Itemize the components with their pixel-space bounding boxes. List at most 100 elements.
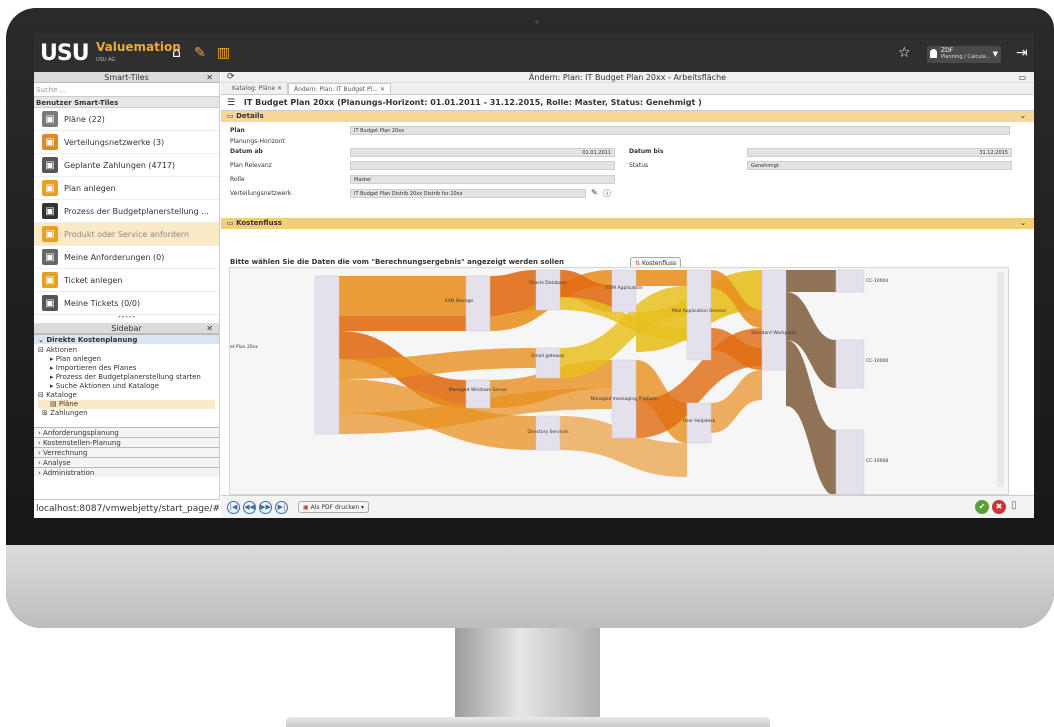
tree-item-selected[interactable]: ▤ Pläne [38,400,215,409]
network-icon: ▣ [42,134,58,150]
maximize-icon[interactable]: ▭ [1018,72,1026,83]
plan-field[interactable]: IT Budget Plan 20xx [350,126,1010,135]
tree-label: Pläne [58,400,79,408]
prev-page-button[interactable]: ◀◀ [243,501,256,514]
smart-tile[interactable]: ▣ Meine Tickets (0/0) [34,292,219,315]
sankey-flow [339,316,466,331]
edit-icon[interactable]: ✎ [194,45,206,61]
chevron-down-icon: ⌄ [1020,112,1026,120]
sidebar-category[interactable]: › Anforderungsplanung [34,427,219,437]
favorite-star-icon[interactable]: ☆ [898,45,911,61]
status-select[interactable]: Genehmigt [747,161,1012,170]
smart-tiles-list: ▣ Pläne (22) ▣ Verteilungsnetzwerke (3) ▣ Gep… [34,108,219,315]
sidebar-category-open[interactable]: ⌄ Direkte Kostenplanung [34,334,219,344]
smart-tile[interactable]: ▣ Produkt oder Service anfordern [34,223,219,246]
sankey-node[interactable] [686,269,712,361]
refresh-icon[interactable]: ⟳ [227,72,235,83]
tree-label: Prozess der Budgetplanerstellung starten [55,373,201,381]
sidebar-category-label: Anforderungsplanung [43,429,119,437]
pdf-icon: ▣ [303,504,309,511]
first-page-button[interactable]: |◀ [227,501,240,514]
sankey-node[interactable] [465,379,491,409]
user-menu[interactable]: ZDF Planning / Calcula... ▼ [927,46,1001,63]
sankey-node[interactable] [761,269,787,371]
tree-item[interactable]: ▸ Plan anlegen [38,355,215,364]
close-icon[interactable]: ✕ [206,72,213,83]
smart-tile[interactable]: ▣ Meine Anforderungen (0) [34,246,219,269]
sidebar-category[interactable]: › Analyse [34,457,219,467]
close-icon[interactable]: ✕ [206,323,213,334]
edit-icon[interactable]: ✎ [591,188,598,197]
sidebar-tree: ⊟ Aktionen ▸ Plan anlegen ▸ Importieren … [34,344,219,427]
tree-item[interactable]: ⊞ Zahlungen [38,409,215,418]
sidebar-category[interactable]: › Kostenstellen-Planung [34,437,219,447]
app-screen: USU Valuemation USU AG ⌂ ✎ ▥ ☆ ZDF Plann… [34,33,1034,518]
chart-icon[interactable]: ▥ [217,45,230,61]
cancel-icon[interactable]: ✖ [992,500,1006,514]
smart-tile[interactable]: ▣ Geplante Zahlungen (4717) [34,154,219,177]
sankey-node-label: Standard Workplace [751,330,797,336]
sankey-flow [636,270,687,286]
smart-tile[interactable]: ▣ Verteilungsnetzwerke (3) [34,131,219,154]
datum-ab-field[interactable]: 01.01.2011 [350,148,615,157]
tree-item[interactable]: ▸ Importieren des Planes [38,364,215,373]
sankey-node-label: ITSM Application [605,285,643,291]
tab-katalog-plaene[interactable]: Katalog: Pläne ✕ [227,83,289,94]
home-icon[interactable]: ⌂ [172,45,181,61]
sankey-node-label: Mail Application Service [672,308,726,314]
smart-tile[interactable]: ▣ Ticket anlegen [34,269,219,292]
logout-icon[interactable]: ⇥ [1016,45,1028,61]
sidebar-category[interactable]: › Verrechnung [34,447,219,457]
smart-tile[interactable]: ▣ Pläne (22) [34,108,219,131]
tab-label: Katalog: Pläne [232,85,276,92]
payment-icon: ▣ [42,157,58,173]
requests-icon: ▣ [42,249,58,265]
smart-tiles-title: Smart-Tiles [104,73,149,82]
tree-item-kataloge[interactable]: ⊟ Kataloge [38,391,215,400]
sankey-node[interactable] [835,269,865,293]
sankey-node-label: Managed messaging Platform [591,396,658,402]
sidebar-category[interactable]: › Administration [34,467,219,477]
label-relevanz: Plan Relevanz [230,162,272,169]
last-page-button[interactable]: ▶| [275,501,288,514]
datum-bis-field[interactable]: 31.12.2015 [747,148,1012,157]
label-horizont: Planungs-Horizont [230,138,285,145]
sankey-node[interactable] [611,269,637,313]
plan-relevanz-select[interactable] [350,161,615,170]
details-section-header[interactable]: ▭ Details ⌄ [221,111,1034,122]
tree-item[interactable]: ▸ Suche Aktionen und Kataloge [38,382,215,391]
label-netzwerk: Verteilungsnetzwerk [230,190,292,197]
sankey-svg: IT Budget Plan 20xx SAN Storage Oracle Dat… [230,269,888,495]
sankey-node[interactable] [835,429,865,495]
smart-tile[interactable]: ▣ Prozess der Budgetplanerstellung ... [34,200,219,223]
tab-aendern-plan[interactable]: Ändern: Plan: IT Budget Pl... ✕ [288,83,391,94]
sidebar-category-label: Analyse [43,459,71,467]
sankey-node[interactable] [835,339,865,389]
verteilungsnetzwerk-field[interactable]: IT Budget Plan Distrib 20xx Distrib for … [350,189,586,198]
save-icon[interactable]: ▯ [1011,500,1017,511]
tab-label: Ändern: Plan: IT Budget Pl... [294,86,379,93]
smart-tile[interactable]: ▣ Plan anlegen [34,177,219,200]
tree-item[interactable]: ▸ Prozess der Budgetplanerstellung start… [38,373,215,382]
info-icon[interactable]: ⓘ [603,188,611,199]
sankey-node-label: Managed Windows Server [449,387,508,393]
resize-grip[interactable]: ••••• [34,315,219,323]
kostenfluss-section-header[interactable]: ▭ Kostenfluss ⌄ [221,218,1034,229]
menu-icon[interactable]: ☰ [227,98,235,108]
smart-tiles-search-input[interactable]: Suche ... [34,83,219,97]
confirm-icon[interactable]: ✔ [975,500,989,514]
chart-scrollbar[interactable] [997,272,1004,487]
sidebar-category-label: Kostenstellen-Planung [43,439,121,447]
workspace-header: ⟳ Ändern: Plan: IT Budget Plan 20xx - Ar… [221,72,1034,83]
smart-tile-label: Plan anlegen [64,183,116,193]
sankey-node[interactable] [314,275,340,435]
tree-item-aktionen[interactable]: ⊟ Aktionen [38,346,215,355]
brand-sub: USU AG [96,57,116,63]
pdf-print-button[interactable]: ▣ Als PDF drucken ▾ [298,501,370,513]
plan-title: IT Budget Plan 20xx (Planungs-Horizont: … [243,98,702,107]
sankey-node[interactable] [535,269,561,311]
sankey-node[interactable] [535,347,561,379]
rolle-select[interactable]: Master [350,175,615,184]
smart-tile-label: Pläne (22) [64,114,105,124]
next-page-button[interactable]: ▶▶ [259,501,272,514]
